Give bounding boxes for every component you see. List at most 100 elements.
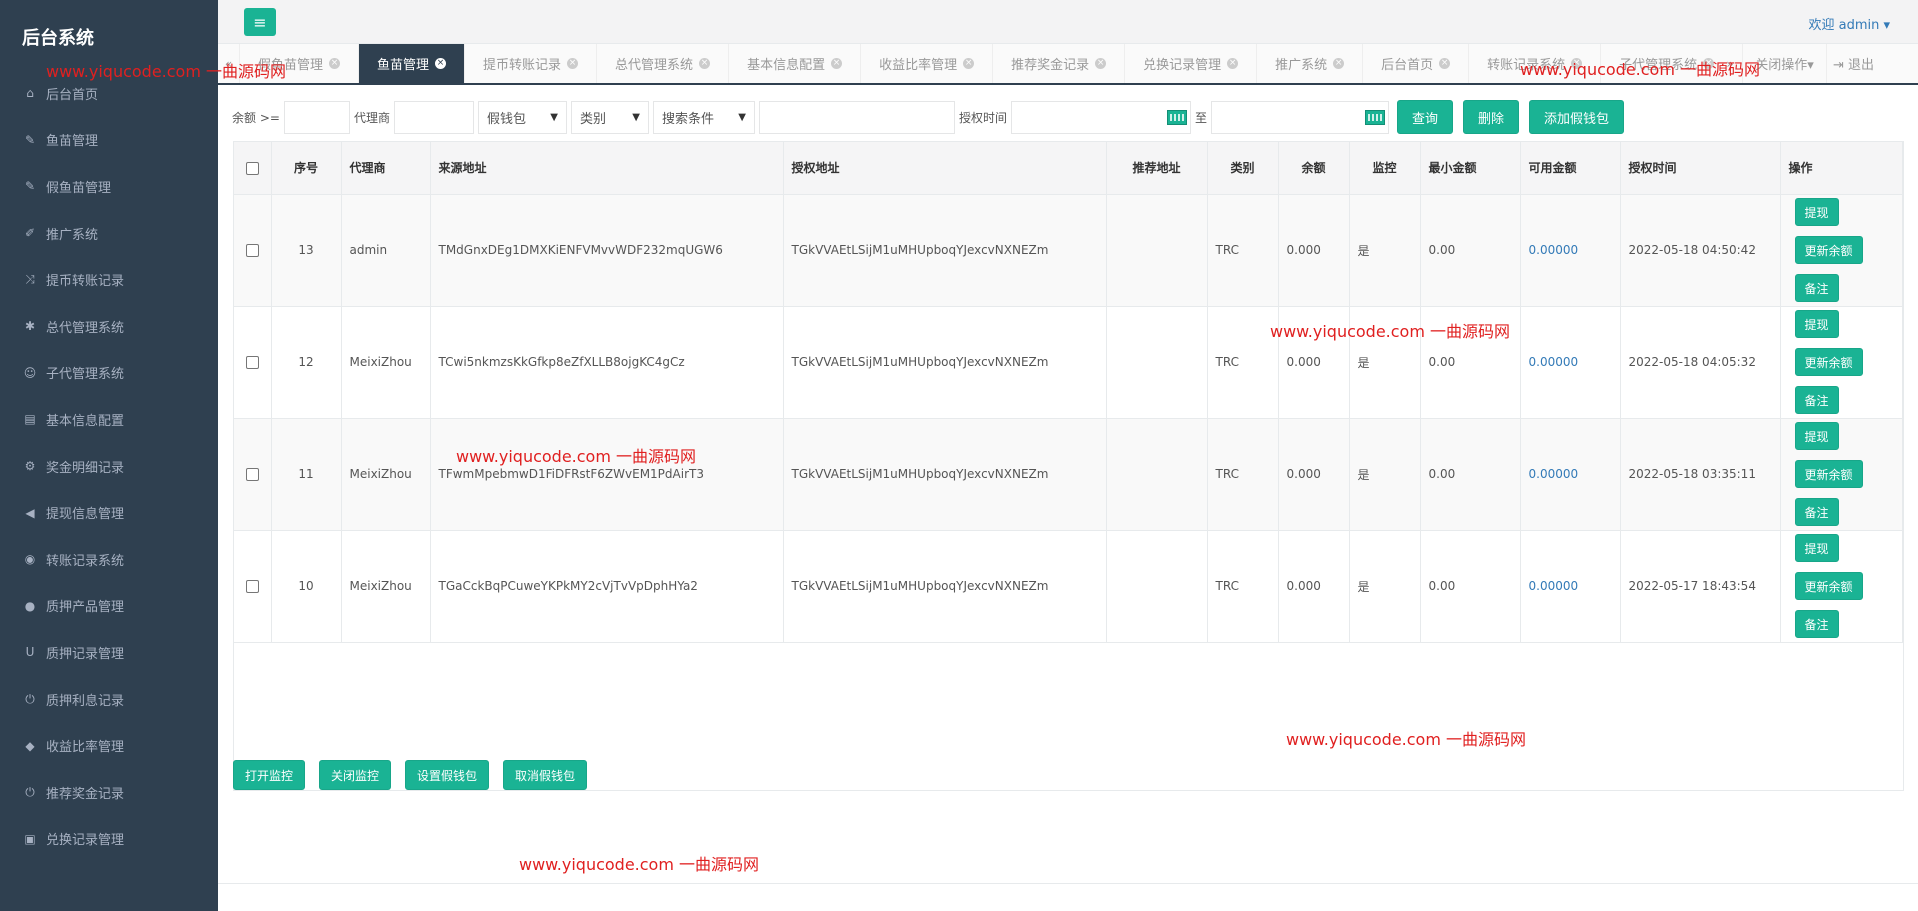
chevron-down-icon: ▼ bbox=[632, 111, 640, 123]
col-header-min: 最小金额 bbox=[1420, 142, 1521, 195]
available-amount-link[interactable]: 0.00000 bbox=[1529, 579, 1579, 593]
tab-label: 鱼苗管理 bbox=[377, 58, 430, 73]
sidebar-item-4[interactable]: ⤨ 提币转账记录 bbox=[0, 256, 218, 303]
row-checkbox[interactable] bbox=[245, 580, 259, 593]
cell-source: TFwmMpebmwD1FiDFRstF6ZWvEM1PdAirT3 bbox=[430, 418, 784, 531]
tab-1[interactable]: 鱼苗管理 × bbox=[359, 44, 466, 83]
tab-3[interactable]: 总代管理系统 × bbox=[597, 44, 730, 83]
update-balance-button[interactable]: 更新余额 bbox=[1794, 572, 1863, 600]
balance-input[interactable] bbox=[283, 100, 350, 134]
withdraw-button[interactable]: 提现 bbox=[1794, 534, 1839, 562]
withdraw-button[interactable]: 提现 bbox=[1794, 310, 1839, 338]
sidebar-item-6[interactable]: ☺ 子代管理系统 bbox=[0, 350, 218, 397]
watermark-text: www.yiqucode.com 一曲源码网 bbox=[1270, 322, 1511, 341]
menu-toggle-button[interactable]: ≡ bbox=[244, 8, 276, 36]
close-icon[interactable]: × bbox=[963, 58, 975, 69]
power-icon: ⏻ bbox=[25, 784, 35, 799]
tab-5[interactable]: 收益比率管理 × bbox=[861, 44, 994, 83]
col-header-source: 来源地址 bbox=[430, 142, 784, 195]
update-balance-button[interactable]: 更新余额 bbox=[1794, 460, 1863, 488]
withdraw-button[interactable]: 提现 bbox=[1794, 422, 1839, 450]
row-checkbox[interactable] bbox=[245, 244, 259, 257]
withdraw-button[interactable]: 提现 bbox=[1794, 198, 1839, 226]
row-checkbox[interactable] bbox=[245, 468, 259, 481]
close-icon[interactable]: × bbox=[699, 58, 711, 69]
cell-agent: MeixiZhou bbox=[341, 530, 431, 643]
cell-id: 10 bbox=[271, 530, 342, 643]
close-icon[interactable]: × bbox=[1095, 58, 1107, 69]
update-balance-button[interactable]: 更新余额 bbox=[1794, 236, 1863, 264]
watermark-text: www.yiqucode.com 一曲源码网 bbox=[1520, 60, 1761, 79]
type-select[interactable]: 类别 ▼ bbox=[570, 100, 649, 134]
query-button[interactable]: 查询 bbox=[1396, 100, 1453, 134]
tab-label: 推荐奖金记录 bbox=[1011, 58, 1090, 73]
disable-monitor-button[interactable]: 关闭监控 bbox=[319, 760, 392, 790]
remark-button[interactable]: 备注 bbox=[1794, 274, 1839, 302]
sidebar-item-2[interactable]: ✎ 假鱼苗管理 bbox=[0, 163, 218, 210]
sidebar-item-3[interactable]: ✐ 推广系统 bbox=[0, 210, 218, 257]
add-fake-wallet-button[interactable]: 添加假钱包 bbox=[1529, 100, 1625, 134]
start-date-field[interactable] bbox=[1010, 100, 1195, 134]
cell-source: TCwi5nkmzsKkGfkp8eZfXLLB8ojgKC4gCz bbox=[430, 306, 784, 419]
sidebar-item-12[interactable]: U 质押记录管理 bbox=[0, 629, 218, 676]
user-menu[interactable]: 欢迎 admin ▾ bbox=[1808, 14, 1890, 33]
tab-6[interactable]: 推荐奖金记录 × bbox=[993, 44, 1126, 83]
remark-button[interactable]: 备注 bbox=[1794, 498, 1839, 526]
tab-9[interactable]: 后台首页 × bbox=[1363, 44, 1470, 83]
cell-time: 2022-05-18 04:05:32 bbox=[1620, 306, 1781, 419]
logout-button[interactable]: ⇥ 退出 bbox=[1826, 44, 1918, 83]
data-table: 序号 代理商 来源地址 授权地址 推荐地址 类别 余额 监控 最小金额 可用金额… bbox=[234, 142, 1903, 643]
search-condition-select[interactable]: 搜索条件 ▼ bbox=[652, 100, 755, 134]
close-icon[interactable]: × bbox=[329, 58, 341, 69]
tab-8[interactable]: 推广系统 × bbox=[1257, 44, 1364, 83]
table-row: 12 MeixiZhou TCwi5nkmzsKkGfkp8eZfXLLB8ojgK… bbox=[234, 306, 1903, 419]
available-amount-link[interactable]: 0.00000 bbox=[1529, 243, 1579, 257]
top-bar: ≡ 欢迎 admin ▾ bbox=[218, 0, 1918, 44]
close-icon[interactable]: × bbox=[1439, 58, 1451, 69]
col-header-agent: 代理商 bbox=[341, 142, 431, 195]
start-date-input[interactable] bbox=[1010, 100, 1191, 134]
sidebar-item-7[interactable]: ▤ 基本信息配置 bbox=[0, 396, 218, 443]
set-fake-wallet-button[interactable]: 设置假钱包 bbox=[405, 760, 490, 790]
cell-balance: 0.000 bbox=[1278, 418, 1350, 531]
sidebar-item-15[interactable]: ⏻ 推荐奖金记录 bbox=[0, 769, 218, 816]
select-all-checkbox[interactable] bbox=[245, 161, 259, 175]
delete-button[interactable]: 删除 bbox=[1463, 100, 1520, 134]
tab-7[interactable]: 兑换记录管理 × bbox=[1125, 44, 1258, 83]
tab-4[interactable]: 基本信息配置 × bbox=[729, 44, 862, 83]
sidebar-item-13[interactable]: ⏻ 质押利息记录 bbox=[0, 676, 218, 723]
close-icon[interactable]: × bbox=[1227, 58, 1239, 69]
wallet-select[interactable]: 假钱包 ▼ bbox=[477, 100, 567, 134]
sidebar-item-16[interactable]: ▣ 兑换记录管理 bbox=[0, 816, 218, 863]
sidebar-item-label: 转账记录系统 bbox=[46, 553, 125, 569]
close-icon[interactable]: × bbox=[831, 58, 843, 69]
sidebar-item-8[interactable]: ⚙ 奖金明细记录 bbox=[0, 443, 218, 490]
end-date-field[interactable] bbox=[1210, 100, 1393, 134]
sidebar-item-1[interactable]: ✎ 鱼苗管理 bbox=[0, 117, 218, 164]
close-icon[interactable]: × bbox=[435, 58, 447, 69]
agent-input[interactable] bbox=[393, 100, 474, 134]
search-keyword-input[interactable] bbox=[758, 100, 955, 134]
sidebar-item-11[interactable]: ● 质押产品管理 bbox=[0, 583, 218, 630]
tab-2[interactable]: 提币转账记录 × bbox=[465, 44, 598, 83]
col-header-avail: 可用金额 bbox=[1520, 142, 1621, 195]
available-amount-link[interactable]: 0.00000 bbox=[1529, 355, 1579, 369]
close-icon[interactable]: × bbox=[1333, 58, 1345, 69]
close-icon[interactable]: × bbox=[567, 58, 579, 69]
sidebar-item-label: 总代管理系统 bbox=[46, 320, 125, 336]
remark-button[interactable]: 备注 bbox=[1794, 386, 1839, 414]
sidebar-item-9[interactable]: ◀ 提现信息管理 bbox=[0, 489, 218, 536]
sidebar-item-14[interactable]: ◆ 收益比率管理 bbox=[0, 722, 218, 769]
sidebar-item-10[interactable]: ◉ 转账记录系统 bbox=[0, 536, 218, 583]
remark-button[interactable]: 备注 bbox=[1794, 610, 1839, 638]
unset-fake-wallet-button[interactable]: 取消假钱包 bbox=[503, 760, 588, 790]
sidebar-item-5[interactable]: ✱ 总代管理系统 bbox=[0, 303, 218, 350]
end-date-input[interactable] bbox=[1210, 100, 1389, 134]
update-balance-button[interactable]: 更新余额 bbox=[1794, 348, 1863, 376]
calendar-icon[interactable] bbox=[1166, 109, 1187, 125]
available-amount-link[interactable]: 0.00000 bbox=[1529, 467, 1579, 481]
calendar-icon[interactable] bbox=[1364, 109, 1385, 125]
sidebar-item-label: 后台首页 bbox=[46, 87, 99, 103]
row-checkbox[interactable] bbox=[245, 356, 259, 369]
enable-monitor-button[interactable]: 打开监控 bbox=[233, 760, 306, 790]
